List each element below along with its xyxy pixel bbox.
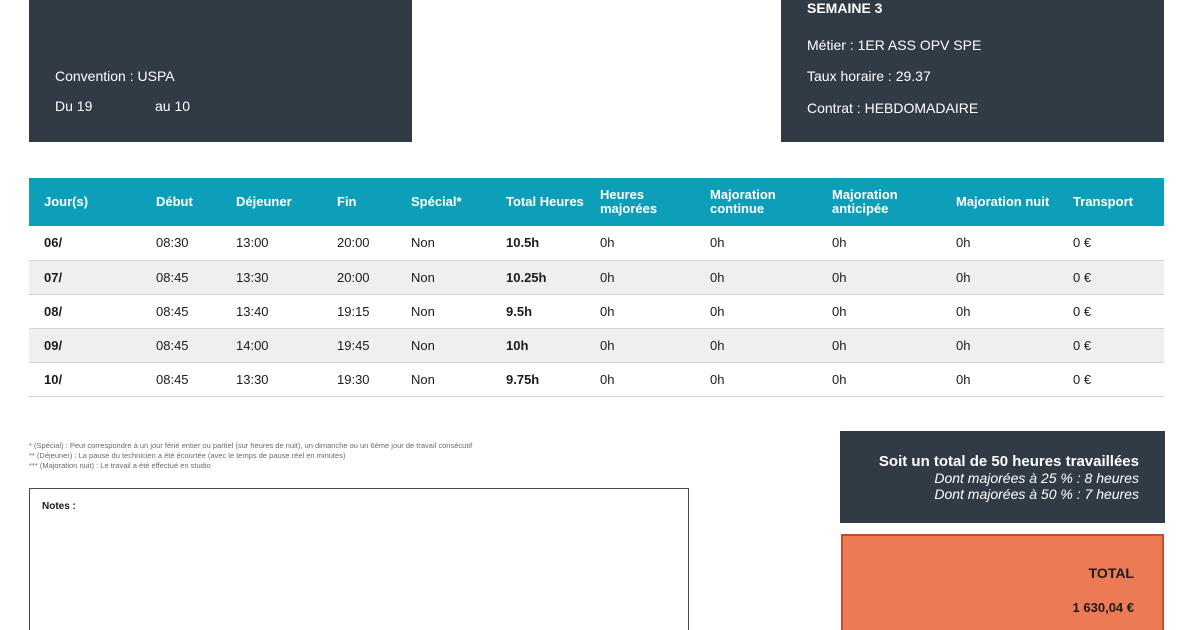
column-header: Majoration continue [710, 187, 776, 216]
table-cell: 20:00 [337, 235, 370, 251]
table-cell: 0h [600, 269, 615, 285]
header-right-panel: SEMAINE 3 Métier : 1ER ASS OPV SPE Taux … [781, 0, 1164, 142]
table-cell: 08/ [44, 303, 63, 319]
table-cell: 08:30 [156, 235, 189, 251]
table-cell: 13:30 [236, 269, 269, 285]
timesheet-table: Jour(s) Début Déjeuner Fin Spécial* Total Heu… [29, 178, 1164, 397]
column-header: Début [156, 194, 193, 209]
table-cell: 0 € [1073, 371, 1092, 387]
table-cell: 0h [956, 303, 971, 319]
majored-50-text: Dont majorées à 50 % : 7 heures [934, 486, 1139, 502]
column-header: Transport [1073, 194, 1133, 209]
majored-25-text: Dont majorées à 25 % : 8 heures [934, 470, 1139, 486]
table-cell: 10/ [44, 371, 63, 387]
table-cell: 13:40 [236, 303, 269, 319]
table-cell: 0 € [1073, 337, 1092, 353]
table-cell: 0 € [1073, 303, 1092, 319]
table-cell: 19:30 [337, 371, 370, 387]
table-cell: 0h [710, 337, 725, 353]
table-cell: 9.5h [506, 303, 533, 319]
week-title: SEMAINE 3 [807, 0, 883, 16]
table-cell: 10h [506, 337, 529, 353]
table-cell: 0h [956, 235, 971, 251]
notes-label: Notes : [42, 501, 76, 512]
table-cell: 0h [832, 371, 847, 387]
table-row: 07/08:45 13:30 20:00 Non 10.25h 0h 0h 0h 0h 0 € [29, 260, 1164, 294]
table-cell: 0h [956, 371, 971, 387]
table-body: 06/08:30 13:00 20:00 Non 10.5h 0h 0h 0h 0h 0 €07/… [29, 226, 1164, 396]
table-cell: Non [411, 269, 435, 285]
table-cell: 0h [710, 371, 725, 387]
table-cell: 10.5h [506, 235, 540, 251]
table-cell: 20:00 [337, 269, 370, 285]
table-cell: Non [411, 371, 435, 387]
table-cell: 07/ [44, 269, 63, 285]
table-cell: 13:30 [236, 371, 269, 387]
column-header: Spécial* [411, 194, 462, 209]
table-cell: 13:00 [236, 235, 269, 251]
table-cell: 08:45 [156, 269, 189, 285]
table-cell: Non [411, 337, 435, 353]
table-row: 09/08:45 14:00 19:45 Non 10h 0h 0h 0h 0h 0 € [29, 328, 1164, 362]
table-row: 10/08:45 13:30 19:30 Non 9.75h 0h 0h 0h 0h 0 € [29, 362, 1164, 396]
total-hours-text: Soit un total de 50 heures travaillées [878, 453, 1139, 470]
table-cell: Non [411, 303, 435, 319]
table-cell: 0h [832, 235, 847, 251]
table-cell: 9.75h [506, 371, 540, 387]
column-header: Jour(s) [44, 194, 89, 209]
table-cell: 0h [600, 371, 615, 387]
table-cell: 0 € [1073, 235, 1092, 251]
table-cell: 08:45 [156, 371, 189, 387]
column-header: Fin [337, 194, 357, 209]
table-cell: 0h [710, 269, 725, 285]
header-left-panel: Convention : USPA Du 19 au 10 [29, 0, 412, 142]
hourly-rate-text: Taux horaire : 29.37 [807, 68, 931, 84]
table-cell: 09/ [44, 337, 63, 353]
date-to: au 10 [155, 98, 191, 114]
column-header: Majoration anticipée [832, 187, 898, 216]
convention-text: Convention : USPA [55, 68, 175, 84]
table-cell: 10.25h [506, 269, 547, 285]
table-cell: 0h [600, 235, 615, 251]
footnotes: * (Spécial) : Peut correspondre à un jou… [29, 441, 472, 471]
table-cell: 19:45 [337, 337, 370, 353]
footnote-night: *** (Majoration nuit) : Le travail a été… [29, 461, 211, 470]
table-cell: 0h [832, 337, 847, 353]
table-cell: 08:45 [156, 303, 189, 319]
table-cell: 0h [832, 303, 847, 319]
table-row: 06/08:30 13:00 20:00 Non 10.5h 0h 0h 0h 0h 0 € [29, 226, 1164, 260]
table-cell: 0h [710, 235, 725, 251]
table-cell: 0h [956, 269, 971, 285]
table-cell: 0h [600, 303, 615, 319]
column-header: Total Heures [506, 194, 584, 209]
table-cell: 08:45 [156, 337, 189, 353]
table-cell: Non [411, 235, 435, 251]
footnote-lunch: ** (Déjeuner) : La pause du technicien a… [29, 451, 346, 460]
table-header-row: Jour(s) Début Déjeuner Fin Spécial* Total Heu… [29, 178, 1164, 226]
date-from: Du 19 [55, 98, 93, 114]
table-cell: 0h [600, 337, 615, 353]
column-header: Déjeuner [236, 194, 292, 209]
table-row: 08/08:45 13:40 19:15 Non 9.5h 0h 0h 0h 0h 0 € [29, 294, 1164, 328]
total-label: TOTAL [1088, 565, 1134, 581]
table-cell: 0h [832, 269, 847, 285]
column-header: Majoration nuit [956, 194, 1050, 209]
job-text: Métier : 1ER ASS OPV SPE [807, 37, 982, 53]
date-range: Du 19 au 10 [55, 98, 190, 114]
table-cell: 0h [710, 303, 725, 319]
total-box: TOTAL 1 630,04 € [841, 534, 1164, 630]
table-cell: 0 € [1073, 269, 1092, 285]
table-cell: 19:15 [337, 303, 370, 319]
notes-box[interactable]: Notes : [29, 488, 689, 630]
hours-summary-box: Soit un total de 50 heures travaillées D… [840, 431, 1165, 523]
table-cell: 14:00 [236, 337, 269, 353]
column-header: Heures majorées [600, 187, 658, 216]
contract-text: Contrat : HEBDOMADAIRE [807, 100, 979, 116]
footnote-special: * (Spécial) : Peut correspondre à un jou… [29, 441, 473, 450]
total-amount: 1 630,04 € [1072, 600, 1134, 615]
table-cell: 0h [956, 337, 971, 353]
table-cell: 06/ [44, 235, 63, 251]
